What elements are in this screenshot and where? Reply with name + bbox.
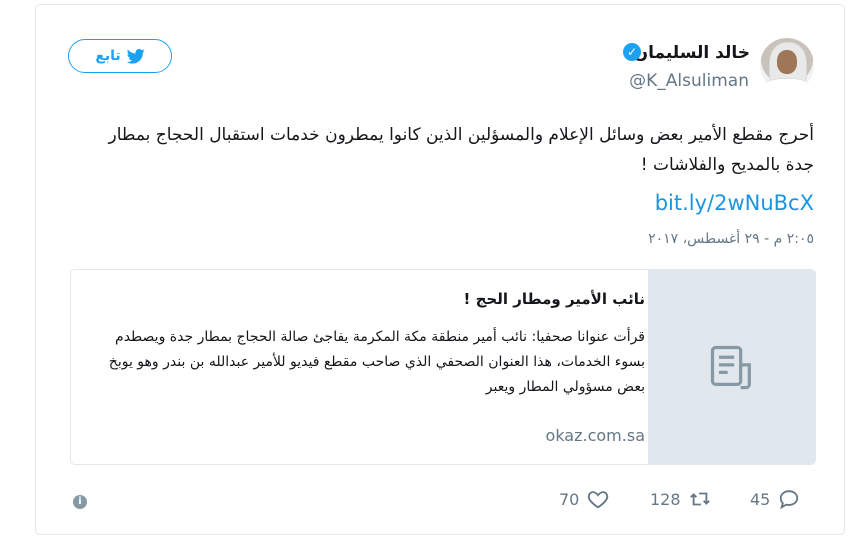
reply-button[interactable]: 45 <box>750 488 800 510</box>
like-count: 70 <box>559 489 580 509</box>
tweet-timestamp[interactable]: ٢:٠٥ م - ٢٩ أغسطس، ٢٠١٧ <box>648 231 814 247</box>
avatar[interactable] <box>760 38 814 92</box>
avatar-body <box>764 78 810 92</box>
twitter-bird-icon <box>126 48 145 64</box>
tweet-card: خالد السليمان ✓ @K_Alsuliman تابع أحرج م… <box>35 4 845 535</box>
link-card-domain: okaz.com.sa <box>545 426 645 445</box>
tweet-text: أحرج مقطع الأمير بعض وسائل الإعلام والمس… <box>108 125 815 175</box>
retweet-count: 128 <box>650 489 681 509</box>
follow-button-label: تابع <box>95 48 121 64</box>
link-thumbnail <box>648 270 815 464</box>
document-icon <box>710 345 751 390</box>
user-name[interactable]: خالد السليمان <box>634 43 750 63</box>
link-card-description: قرأت عنوانا صحفيا: نائب أمير منطقة مكة ا… <box>108 329 645 395</box>
link-preview-card[interactable]: نائب الأمير ومطار الحج ! قرأت عنوانا صحف… <box>70 269 816 465</box>
avatar-face <box>777 50 797 74</box>
link-card-title: نائب الأمير ومطار الحج ! <box>463 290 645 308</box>
reply-count: 45 <box>750 489 771 509</box>
reply-bubble-icon <box>780 490 799 510</box>
retweet-button[interactable]: 128 <box>650 488 711 510</box>
link-card-body: نائب الأمير ومطار الحج ! قرأت عنوانا صحف… <box>83 270 645 464</box>
follow-button[interactable]: تابع <box>68 39 172 73</box>
info-icon[interactable]: i <box>73 495 87 509</box>
like-button[interactable]: 70 <box>559 488 609 510</box>
tweet-link[interactable]: bit.ly/2wNuBcX <box>655 191 814 215</box>
heart-icon <box>588 491 609 509</box>
retweet-icon <box>689 492 710 506</box>
user-handle[interactable]: @K_Alsuliman <box>629 71 749 91</box>
verified-badge-icon: ✓ <box>623 43 641 61</box>
